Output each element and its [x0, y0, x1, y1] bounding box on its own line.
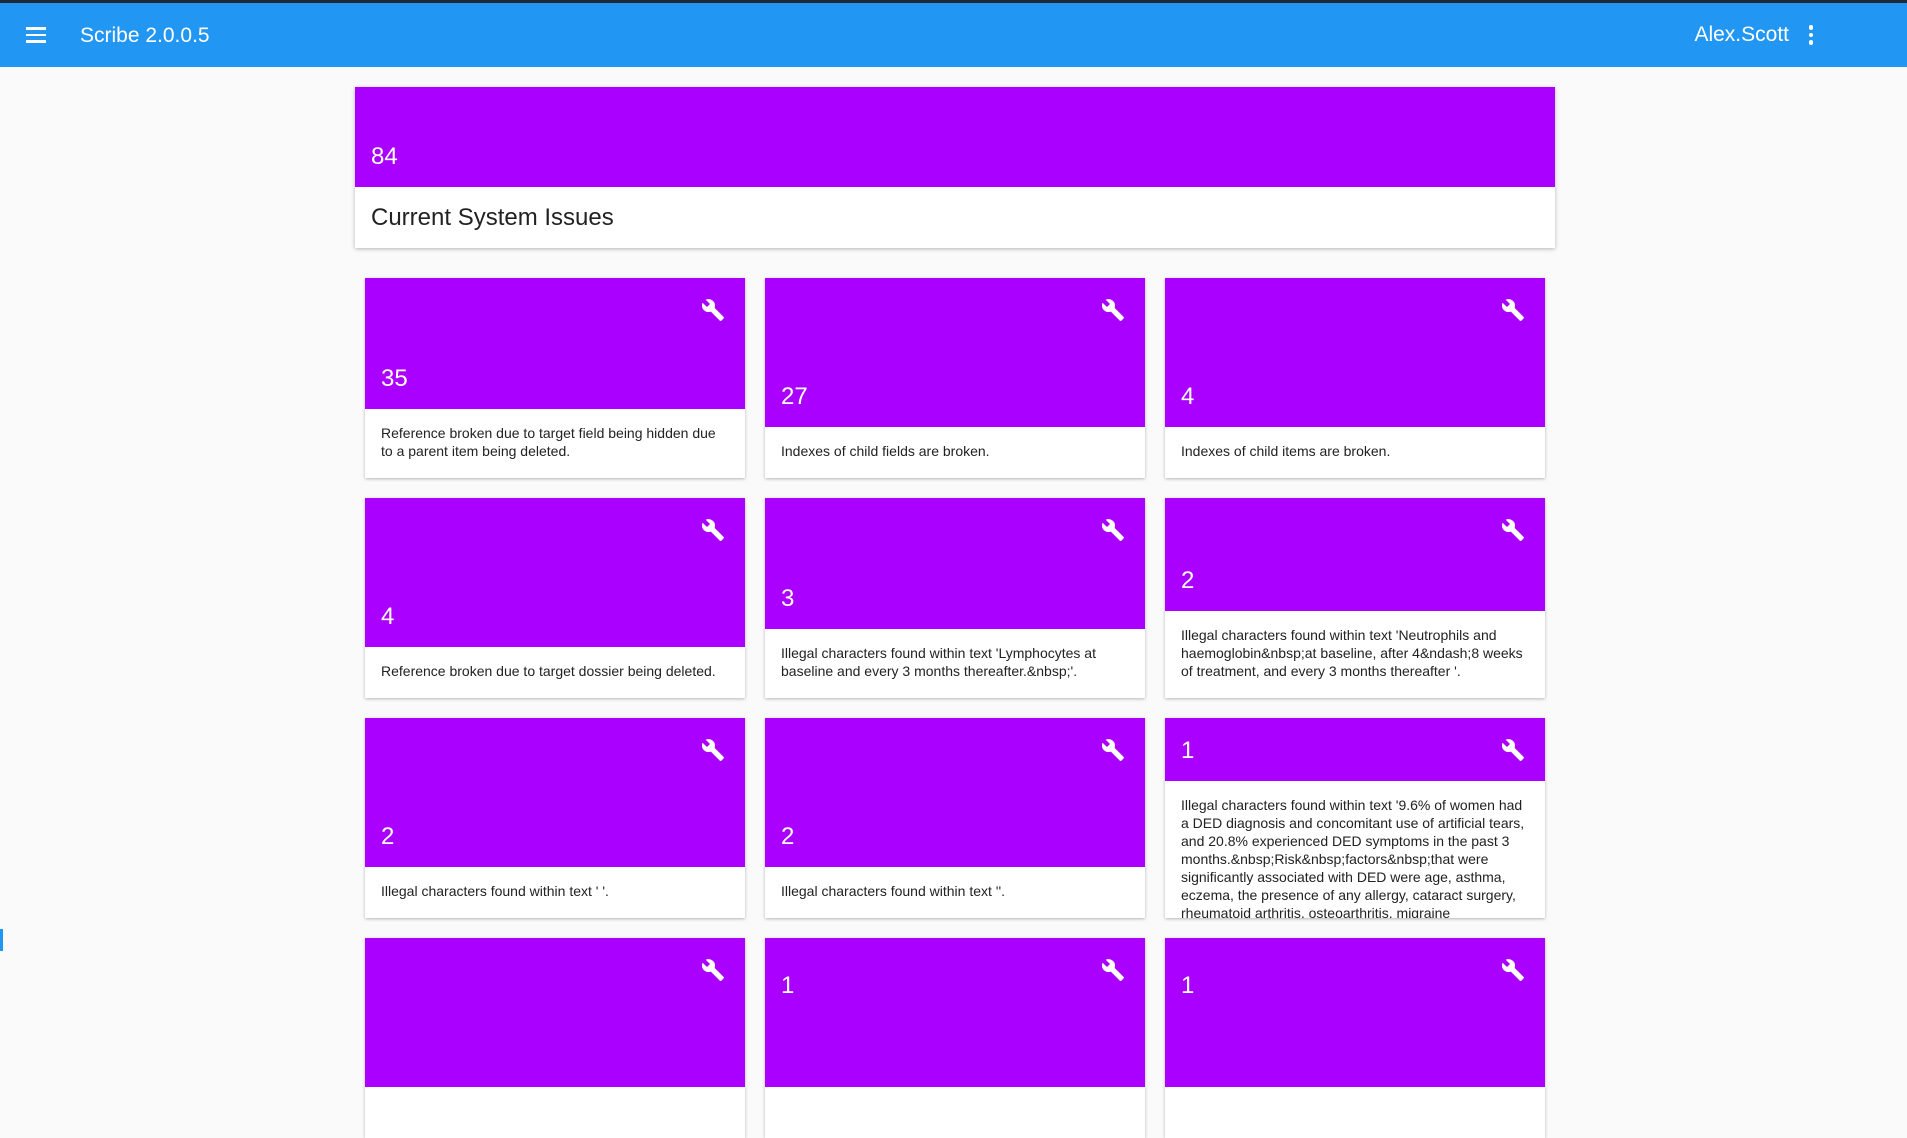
wrench-icon[interactable] [1501, 738, 1525, 762]
issue-card[interactable]: 4 Reference broken due to target dossier… [365, 498, 745, 698]
summary-count: 84 [371, 143, 398, 170]
wrench-icon[interactable] [701, 738, 725, 762]
wrench-icon[interactable] [701, 298, 725, 322]
issue-card[interactable]: 2 Illegal characters found within text '… [1165, 498, 1545, 698]
issue-count: 4 [1181, 383, 1195, 410]
issue-count: 3 [781, 585, 795, 612]
issue-card-header [365, 938, 745, 1087]
issue-count: 2 [781, 823, 795, 850]
issues-grid: 35 Reference broken due to target field … [365, 278, 1545, 1138]
issue-card[interactable] [365, 938, 745, 1138]
issue-card[interactable]: 2 Illegal characters found within text '… [765, 718, 1145, 918]
wrench-icon[interactable] [1101, 958, 1125, 982]
issue-description: Reference broken due to target field bei… [381, 425, 716, 459]
issue-card-header: 3 [765, 498, 1145, 629]
issue-count: 1 [1181, 972, 1195, 999]
issue-description: Illegal characters found within text 'Ly… [781, 645, 1096, 679]
issue-description: Illegal characters found within text 'Ne… [1181, 627, 1523, 679]
issue-card[interactable]: 3 Illegal characters found within text '… [765, 498, 1145, 698]
issue-card[interactable]: 1 Illegal characters found within text '… [1165, 718, 1545, 918]
issue-count: 1 [1181, 737, 1195, 764]
issue-description: Illegal characters found within text ''. [781, 883, 1006, 899]
summary-header: 84 [355, 87, 1555, 187]
issue-count: 35 [381, 365, 408, 392]
scroll-indicator [0, 929, 3, 951]
issue-count: 1 [781, 972, 795, 999]
issue-card-header: 2 [765, 718, 1145, 867]
issue-count: 2 [381, 823, 395, 850]
issue-card-header: 2 [1165, 498, 1545, 611]
issue-description [1165, 1087, 1545, 1138]
more-vert-icon[interactable] [1807, 25, 1815, 47]
summary-card: 84 Current System Issues [355, 87, 1555, 248]
app-title: Scribe 2.0.0.5 [80, 24, 210, 47]
wrench-icon[interactable] [1101, 518, 1125, 542]
issue-card[interactable]: 4 Indexes of child items are broken. [1165, 278, 1545, 478]
issue-card[interactable]: 1 [1165, 938, 1545, 1138]
issue-card-header: 1 [765, 938, 1145, 1087]
issue-card-header: 35 [365, 278, 745, 409]
issue-card[interactable]: 27 Indexes of child fields are broken. [765, 278, 1145, 478]
wrench-icon[interactable] [1501, 518, 1525, 542]
issue-description [765, 1087, 1145, 1138]
issue-description: Indexes of child fields are broken. [781, 443, 990, 459]
issue-description: Reference broken due to target dossier b… [381, 663, 716, 679]
issue-count: 2 [1181, 567, 1195, 594]
issue-description: Illegal characters found within text '9.… [1181, 797, 1525, 918]
issue-count: 4 [381, 603, 395, 630]
issue-card-header: 2 [365, 718, 745, 867]
issue-description: Illegal characters found within text ' '… [381, 883, 609, 899]
issue-card-header: 4 [365, 498, 745, 647]
issue-card-header: 1 [1165, 718, 1545, 781]
app-bar: Scribe 2.0.0.5 Alex.Scott [0, 0, 1907, 67]
user-name[interactable]: Alex.Scott [1694, 23, 1789, 47]
issue-card[interactable]: 2 Illegal characters found within text '… [365, 718, 745, 918]
issue-count: 27 [781, 383, 808, 410]
wrench-icon[interactable] [1501, 958, 1525, 982]
issue-description: Indexes of child items are broken. [1181, 443, 1391, 459]
issue-card-header: 1 [1165, 938, 1545, 1087]
menu-icon[interactable] [26, 27, 48, 45]
issue-card[interactable]: 35 Reference broken due to target field … [365, 278, 745, 478]
wrench-icon[interactable] [1101, 298, 1125, 322]
wrench-icon[interactable] [1501, 298, 1525, 322]
issue-description [365, 1087, 745, 1138]
wrench-icon[interactable] [1101, 738, 1125, 762]
issue-card-header: 4 [1165, 278, 1545, 427]
issue-card[interactable]: 1 [765, 938, 1145, 1138]
wrench-icon[interactable] [701, 958, 725, 982]
summary-title: Current System Issues [371, 204, 614, 231]
issue-card-header: 27 [765, 278, 1145, 427]
wrench-icon[interactable] [701, 518, 725, 542]
